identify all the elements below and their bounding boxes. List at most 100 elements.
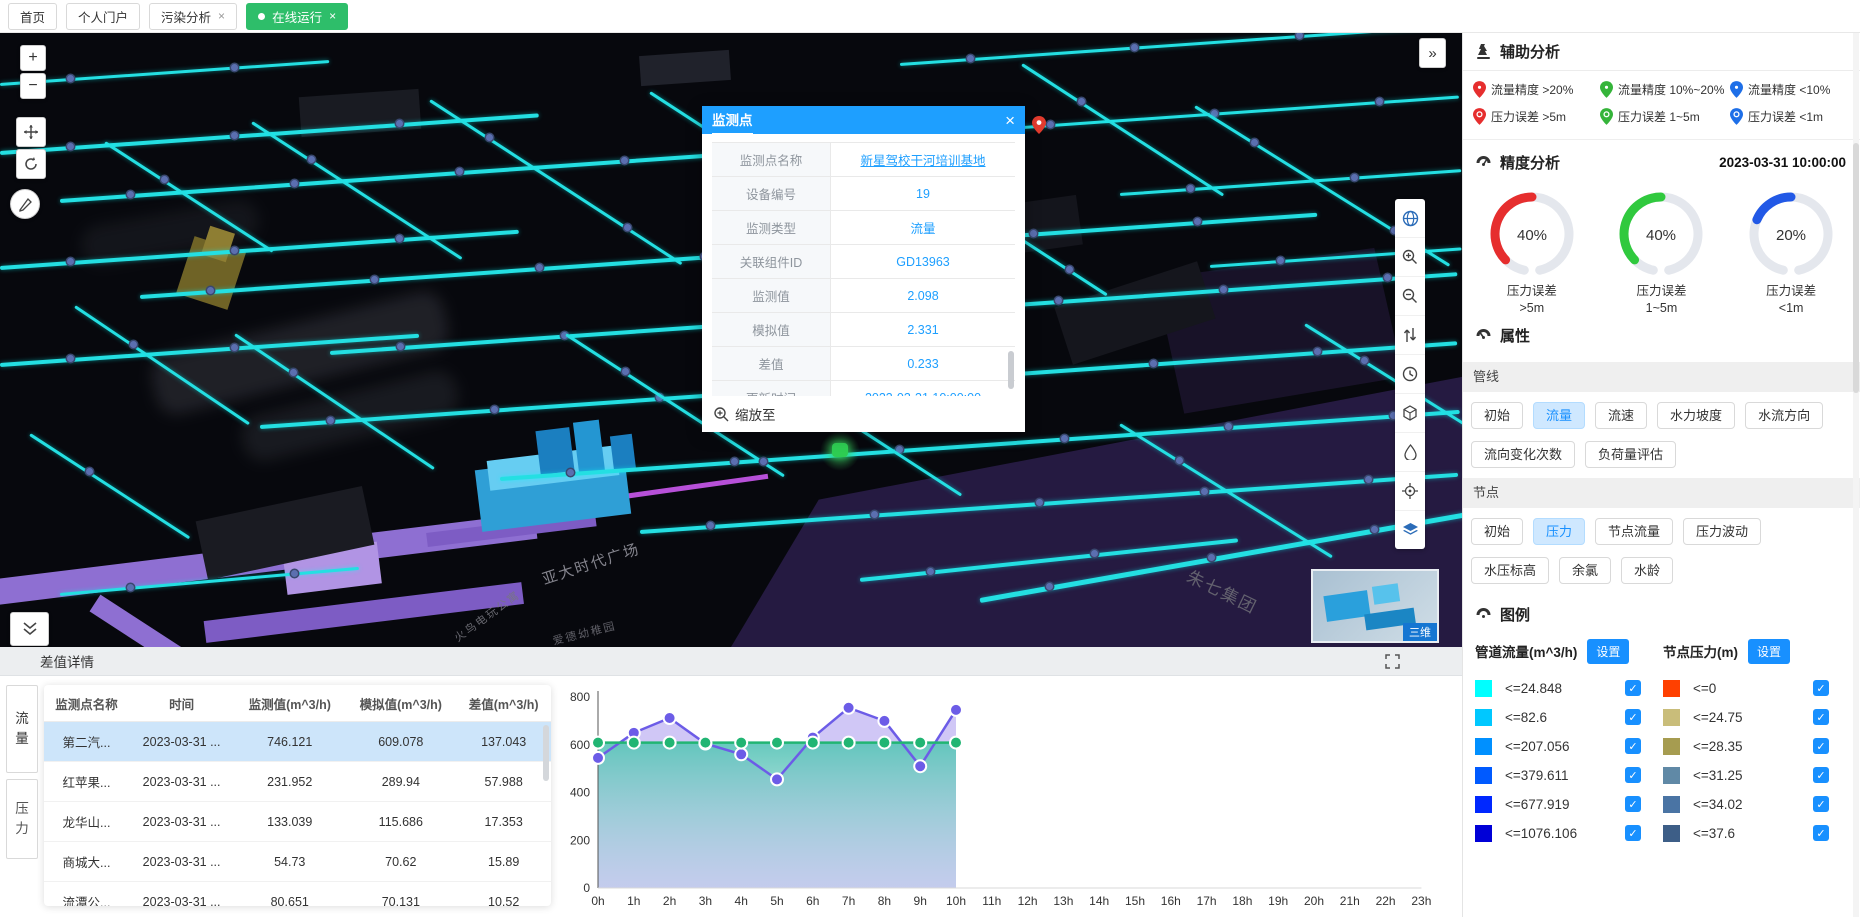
legend-checkbox[interactable]: ✓ <box>1625 767 1641 783</box>
tab-在线运行[interactable]: 在线运行× <box>246 3 348 30</box>
move-button[interactable] <box>16 117 46 147</box>
legend-checkbox[interactable]: ✓ <box>1625 825 1641 841</box>
minimap-3d-badge[interactable]: 三维 <box>1403 623 1437 641</box>
simulated-point[interactable] <box>628 737 640 749</box>
pipe-node[interactable] <box>1376 98 1383 105</box>
legend-checkbox[interactable]: ✓ <box>1813 680 1829 696</box>
monitored-point[interactable] <box>914 760 926 772</box>
legend-checkbox[interactable]: ✓ <box>1813 796 1829 812</box>
legend-checkbox[interactable]: ✓ <box>1813 709 1829 725</box>
pick-button[interactable] <box>10 189 40 219</box>
pipe-node[interactable] <box>127 584 134 591</box>
sidebar-collapse-button[interactable]: » <box>1419 38 1446 68</box>
attr-button-余氯[interactable]: 余氯 <box>1559 557 1611 584</box>
pipe-segment[interactable] <box>29 433 190 539</box>
selected-monitor-point[interactable] <box>832 443 848 457</box>
pipe-node[interactable] <box>1220 286 1227 293</box>
droplet-tool-button[interactable] <box>1395 433 1425 472</box>
popup-row-value[interactable]: 新星驾校干河培训基地 <box>831 143 1015 176</box>
simulated-point[interactable] <box>735 737 747 749</box>
attr-button-初始[interactable]: 初始 <box>1471 518 1523 545</box>
monitored-point[interactable] <box>950 704 962 716</box>
pipe-node[interactable] <box>567 469 574 476</box>
zoom-in-tool-button[interactable] <box>1395 238 1425 277</box>
pipe-segment[interactable] <box>0 60 329 86</box>
layers-tool-button[interactable] <box>1395 511 1425 549</box>
cube-tool-button[interactable] <box>1395 394 1425 433</box>
pipe-node[interactable] <box>624 224 631 231</box>
attr-button-流向变化次数[interactable]: 流向变化次数 <box>1471 441 1575 468</box>
pipe-node[interactable] <box>1351 174 1358 181</box>
panel-collapse-button[interactable] <box>10 612 49 646</box>
zoom-to-button[interactable]: 缩放至 <box>702 396 1025 432</box>
pipe-segment[interactable] <box>0 230 519 270</box>
pipe-node[interactable] <box>207 287 214 294</box>
pipe-node[interactable] <box>1047 121 1054 128</box>
pipe-node[interactable] <box>1296 33 1303 39</box>
hourly-line-chart[interactable]: 02004006008000h1h2h3h4h5h6h7h8h9h10h11h1… <box>548 677 1448 917</box>
pipe-segment[interactable] <box>1120 169 1461 196</box>
tab-个人门户[interactable]: 个人门户 <box>66 3 140 30</box>
pipe-node[interactable] <box>1131 44 1138 51</box>
attr-button-流量[interactable]: 流量 <box>1533 402 1585 429</box>
pipe-node[interactable] <box>397 343 404 350</box>
pipe-node[interactable] <box>161 176 168 183</box>
table-row[interactable]: 第二汽...2023-03-31 ...746.121609.078137.04… <box>44 722 551 762</box>
popup-close-icon[interactable]: × <box>1005 112 1015 129</box>
pipe-node[interactable] <box>760 458 767 465</box>
plus-button[interactable]: + <box>20 45 46 71</box>
monitored-point[interactable] <box>843 702 855 714</box>
pipe-node[interactable] <box>1030 230 1037 237</box>
popup-scrollbar[interactable] <box>1008 351 1014 389</box>
pipe-node[interactable] <box>622 368 629 375</box>
legend-checkbox[interactable]: ✓ <box>1813 767 1829 783</box>
legend-checkbox[interactable]: ✓ <box>1625 709 1641 725</box>
pipe-node[interactable] <box>1371 526 1378 533</box>
sidebar-scrollbar-thumb[interactable] <box>1853 143 1859 393</box>
pipe-node[interactable] <box>127 191 134 198</box>
table-row[interactable]: 龙华山...2023-03-31 ...133.039115.68617.353 <box>44 802 551 842</box>
pipe-node[interactable] <box>486 134 493 141</box>
simulated-point[interactable] <box>592 737 604 749</box>
minimap[interactable]: 三维 <box>1311 569 1439 643</box>
simulated-point[interactable] <box>699 737 711 749</box>
swap-vertical-tool-button[interactable] <box>1395 316 1425 355</box>
simulated-point[interactable] <box>807 737 819 749</box>
pipe-node[interactable] <box>1061 435 1068 442</box>
attr-button-压力[interactable]: 压力 <box>1533 518 1585 545</box>
pipe-segment[interactable] <box>429 99 682 265</box>
tab-close-icon[interactable]: × <box>329 9 336 23</box>
simulated-point[interactable] <box>771 737 783 749</box>
pipe-node[interactable] <box>1187 185 1194 192</box>
map-3d-view[interactable]: 亚大时代广场火鸟电玩公寓爱德幼稚园朱七集团 监测点 × 监测点名称新星驾校干河培… <box>0 33 1462 647</box>
pipe-node[interactable] <box>621 157 628 164</box>
attr-button-压力波动[interactable]: 压力波动 <box>1683 518 1761 545</box>
pipe-node[interactable] <box>231 64 238 71</box>
monitored-point[interactable] <box>735 748 747 760</box>
attr-button-初始[interactable]: 初始 <box>1471 402 1523 429</box>
tab-污染分析[interactable]: 污染分析× <box>149 3 237 30</box>
simulated-point[interactable] <box>914 737 926 749</box>
pipe-node[interactable] <box>1150 360 1157 367</box>
simulated-point[interactable] <box>843 737 855 749</box>
pipe-node[interactable] <box>67 258 74 265</box>
monitored-point[interactable] <box>878 715 890 727</box>
minus-button[interactable]: − <box>20 73 46 99</box>
table-row[interactable]: 商城大...2023-03-31 ...54.7370.6215.89 <box>44 842 551 882</box>
legend-settings-button[interactable]: 设置 <box>1587 639 1629 664</box>
legend-checkbox[interactable]: ✓ <box>1625 796 1641 812</box>
table-row[interactable]: 流潭公...2023-03-31 ...80.65170.13110.52 <box>44 882 551 907</box>
difference-table[interactable]: 监测点名称时间监测值(m^3/h)模拟值(m^3/h)差值(m^3/h)第二汽.… <box>44 685 551 906</box>
attr-button-水龄[interactable]: 水龄 <box>1621 557 1673 584</box>
metric-tab-流量[interactable]: 流量 <box>6 685 38 773</box>
tab-首页[interactable]: 首页 <box>8 3 57 30</box>
history-tool-button[interactable] <box>1395 355 1425 394</box>
simulated-point[interactable] <box>950 737 962 749</box>
attr-button-节点流量[interactable]: 节点流量 <box>1595 518 1673 545</box>
fullscreen-icon[interactable] <box>1385 654 1400 669</box>
attr-button-水压标高[interactable]: 水压标高 <box>1471 557 1549 584</box>
tab-close-icon[interactable]: × <box>218 9 225 23</box>
globe-tool-button[interactable] <box>1395 199 1425 238</box>
attr-button-水力坡度[interactable]: 水力坡度 <box>1657 402 1735 429</box>
legend-checkbox[interactable]: ✓ <box>1625 680 1641 696</box>
